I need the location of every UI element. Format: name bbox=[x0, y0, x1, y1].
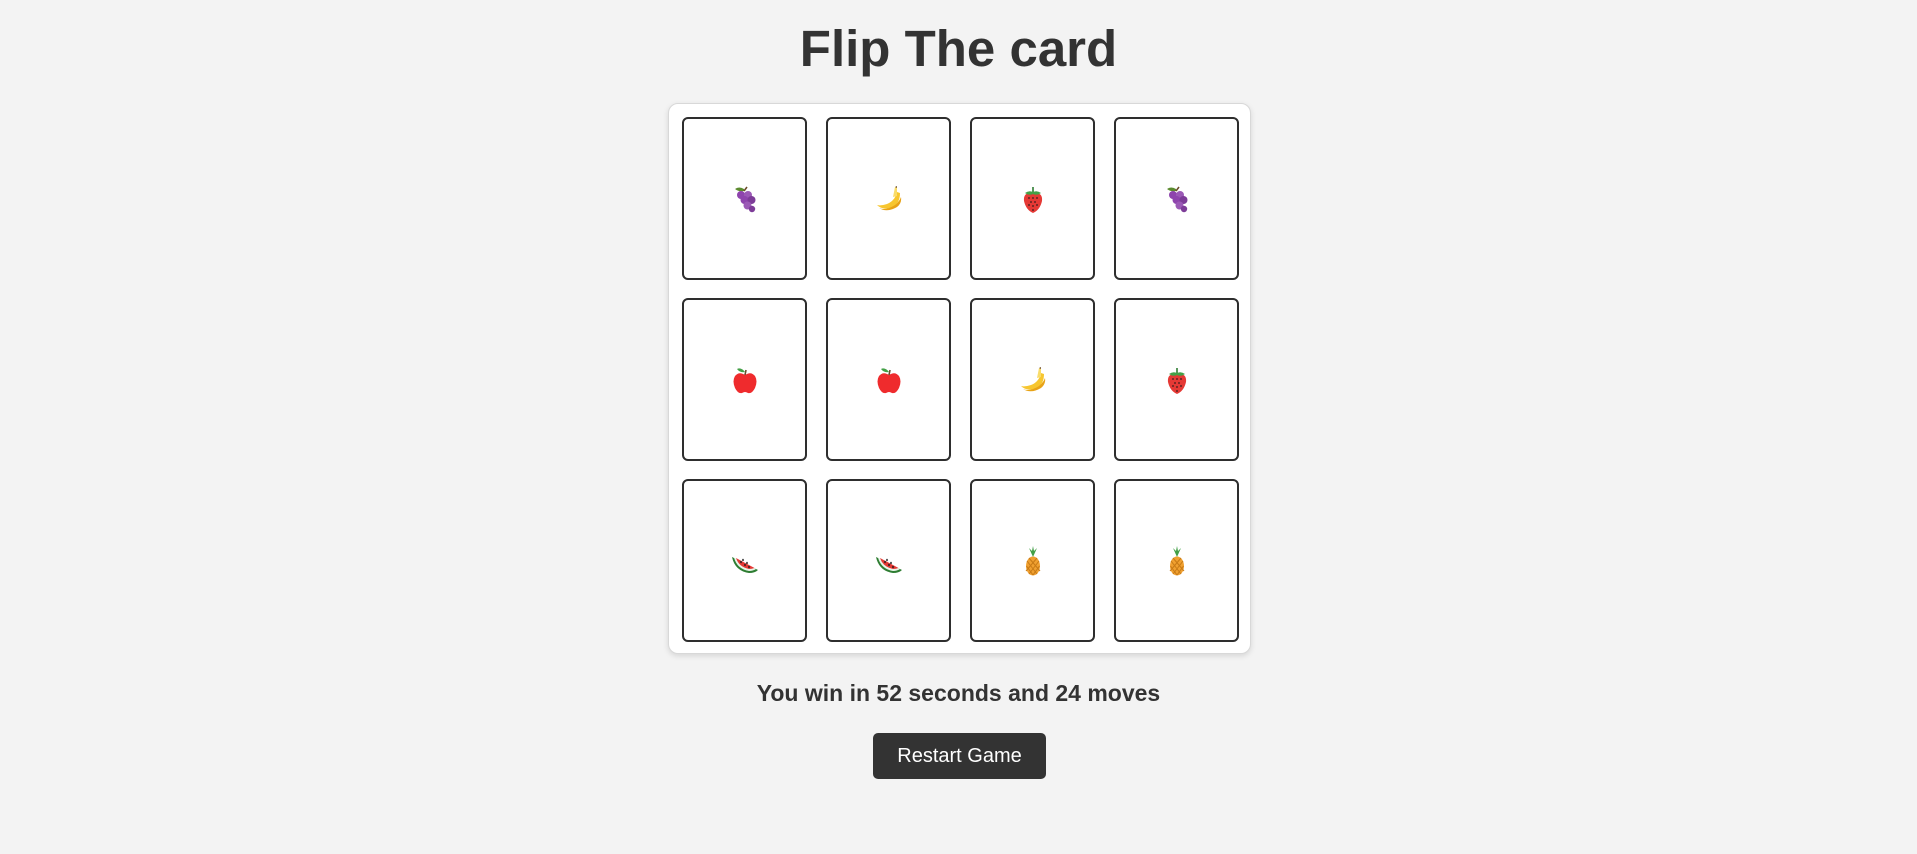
card[interactable] bbox=[1114, 479, 1239, 642]
pineapple-icon bbox=[1017, 545, 1049, 577]
watermelon-icon bbox=[729, 545, 761, 577]
card[interactable] bbox=[826, 117, 951, 280]
grapes-icon bbox=[1161, 183, 1193, 215]
card[interactable] bbox=[826, 479, 951, 642]
card-grid bbox=[682, 117, 1239, 642]
pineapple-icon bbox=[1161, 545, 1193, 577]
card[interactable] bbox=[682, 298, 807, 461]
apple-icon bbox=[873, 364, 905, 396]
page-title: Flip The card bbox=[799, 20, 1118, 77]
card[interactable] bbox=[1114, 117, 1239, 280]
game-page: Flip The card You win in 52 seconds and … bbox=[0, 0, 1917, 854]
card[interactable] bbox=[970, 479, 1095, 642]
card[interactable] bbox=[970, 117, 1095, 280]
strawberry-icon bbox=[1161, 364, 1193, 396]
card[interactable] bbox=[826, 298, 951, 461]
grapes-icon bbox=[729, 183, 761, 215]
card[interactable] bbox=[970, 298, 1095, 461]
banana-icon bbox=[1017, 364, 1049, 396]
card[interactable] bbox=[1114, 298, 1239, 461]
card[interactable] bbox=[682, 479, 807, 642]
game-board bbox=[668, 103, 1251, 654]
watermelon-icon bbox=[873, 545, 905, 577]
banana-icon bbox=[873, 183, 905, 215]
strawberry-icon bbox=[1017, 183, 1049, 215]
restart-game-button[interactable]: Restart Game bbox=[873, 733, 1046, 779]
card[interactable] bbox=[682, 117, 807, 280]
apple-icon bbox=[729, 364, 761, 396]
win-message: You win in 52 seconds and 24 moves bbox=[756, 680, 1161, 706]
